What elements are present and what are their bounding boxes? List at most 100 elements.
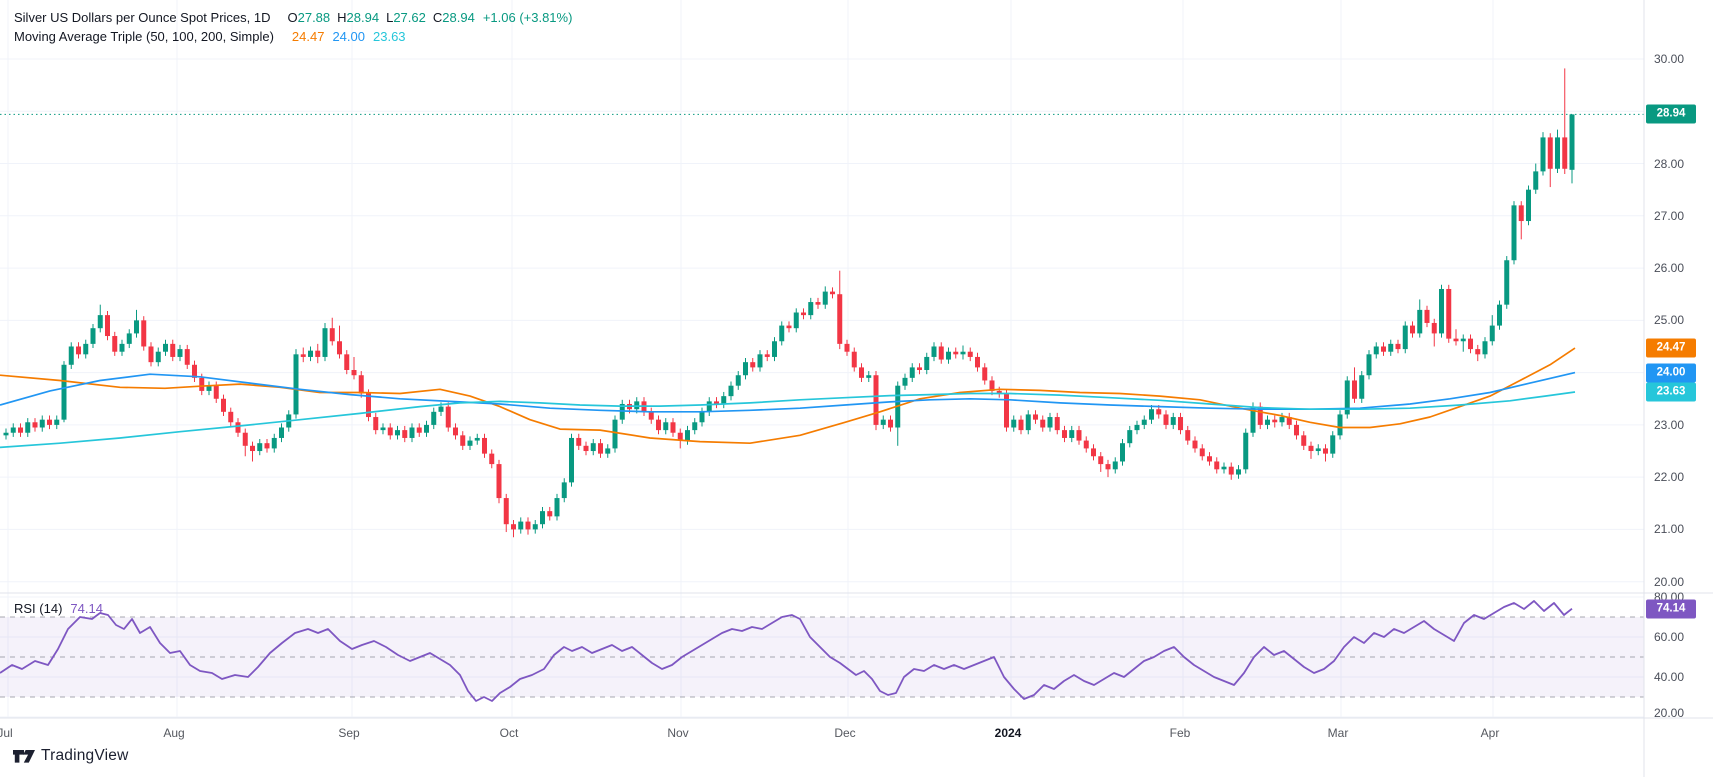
candle <box>468 441 473 446</box>
candle <box>569 438 574 482</box>
rsi-legend-row[interactable]: RSI (14)74.14 <box>14 601 103 616</box>
candle <box>149 346 154 362</box>
candle <box>1562 137 1567 168</box>
price-axis-label: 26.00 <box>1654 261 1684 275</box>
candle <box>700 412 705 422</box>
candle <box>1272 420 1277 423</box>
tradingview-label: TradingView <box>41 747 129 765</box>
candle <box>1388 344 1393 352</box>
candle <box>707 401 712 411</box>
candle <box>1504 260 1509 304</box>
rsi-axis-label: 60.00 <box>1654 630 1684 644</box>
candle <box>156 352 161 362</box>
candle <box>656 420 661 430</box>
candle <box>1106 464 1111 469</box>
tradingview-logo[interactable]: TradingView <box>13 747 129 765</box>
candle <box>47 420 52 425</box>
candle <box>315 351 320 357</box>
candle <box>178 349 183 357</box>
candle <box>308 351 313 357</box>
symbol-legend-row[interactable]: Silver US Dollars per Ounce Spot Prices,… <box>14 8 572 27</box>
candle <box>105 315 110 336</box>
ohlc-value: 28.94 <box>347 10 380 25</box>
candle <box>1526 190 1531 221</box>
candle <box>910 367 915 377</box>
candle <box>1171 417 1176 425</box>
candle <box>504 498 509 524</box>
candle <box>1048 417 1053 427</box>
candle <box>228 412 233 422</box>
price-axis-label: 22.00 <box>1654 470 1684 484</box>
candle <box>62 365 67 420</box>
candle <box>381 428 386 431</box>
time-axis-label: 2024 <box>995 726 1022 740</box>
candle <box>11 428 16 433</box>
candle <box>497 464 502 498</box>
candle <box>1091 448 1096 456</box>
candle <box>750 362 755 367</box>
candle <box>1004 394 1009 428</box>
axis-price-badge: 28.94 <box>1646 105 1696 124</box>
candle <box>540 511 545 524</box>
candle <box>562 482 567 498</box>
candle <box>25 422 30 432</box>
candle <box>1570 114 1575 169</box>
candle <box>1164 414 1169 424</box>
candles[interactable] <box>4 68 1575 537</box>
candle <box>787 326 792 329</box>
candle <box>881 420 886 425</box>
candle <box>431 412 436 425</box>
candle <box>816 302 821 305</box>
price-axis-label: 27.00 <box>1654 209 1684 223</box>
candle <box>1149 409 1154 419</box>
candle <box>352 370 357 375</box>
candle <box>1280 417 1285 422</box>
rsi-axis-label: 20.00 <box>1654 706 1684 720</box>
candle <box>584 446 589 451</box>
candle <box>4 433 9 436</box>
candle <box>576 438 581 446</box>
candle <box>1301 435 1306 445</box>
candle <box>555 498 560 516</box>
candle <box>279 428 284 438</box>
candle <box>845 344 850 352</box>
candle <box>823 292 828 305</box>
candle <box>1069 430 1074 438</box>
candle <box>1265 420 1270 425</box>
candle <box>388 428 393 436</box>
candle <box>453 428 458 436</box>
candle <box>591 443 596 451</box>
candle <box>395 430 400 435</box>
candle <box>794 313 799 329</box>
candle <box>1381 346 1386 351</box>
price-gridlines <box>0 59 1644 582</box>
candle <box>888 420 893 428</box>
candle <box>1461 339 1466 342</box>
candle <box>982 367 987 380</box>
candle <box>243 433 248 446</box>
candle <box>924 357 929 370</box>
candle <box>1338 414 1343 435</box>
candle <box>330 328 335 341</box>
candle <box>1084 441 1089 449</box>
candle <box>526 522 531 530</box>
candle <box>866 375 871 378</box>
chart-legend: Silver US Dollars per Ounce Spot Prices,… <box>14 8 572 46</box>
time-axis-label: Dec <box>834 726 855 740</box>
ma-line-100[interactable] <box>0 373 1575 412</box>
candle <box>141 320 146 346</box>
time-axis-label: Aug <box>163 726 184 740</box>
ma-legend-row[interactable]: Moving Average Triple (50, 100, 200, Sim… <box>14 27 572 46</box>
candle <box>953 352 958 355</box>
candle <box>337 341 342 354</box>
candle <box>1410 326 1415 334</box>
candle <box>18 428 23 433</box>
candle <box>1113 461 1118 469</box>
price-change: +1.06 (+3.81%) <box>483 10 573 25</box>
candle <box>1120 443 1125 461</box>
ohlc-value: 27.62 <box>393 10 426 25</box>
candle <box>1185 430 1190 440</box>
candle <box>1156 409 1161 414</box>
chart-canvas[interactable] <box>0 0 1713 777</box>
candle <box>1425 310 1430 323</box>
